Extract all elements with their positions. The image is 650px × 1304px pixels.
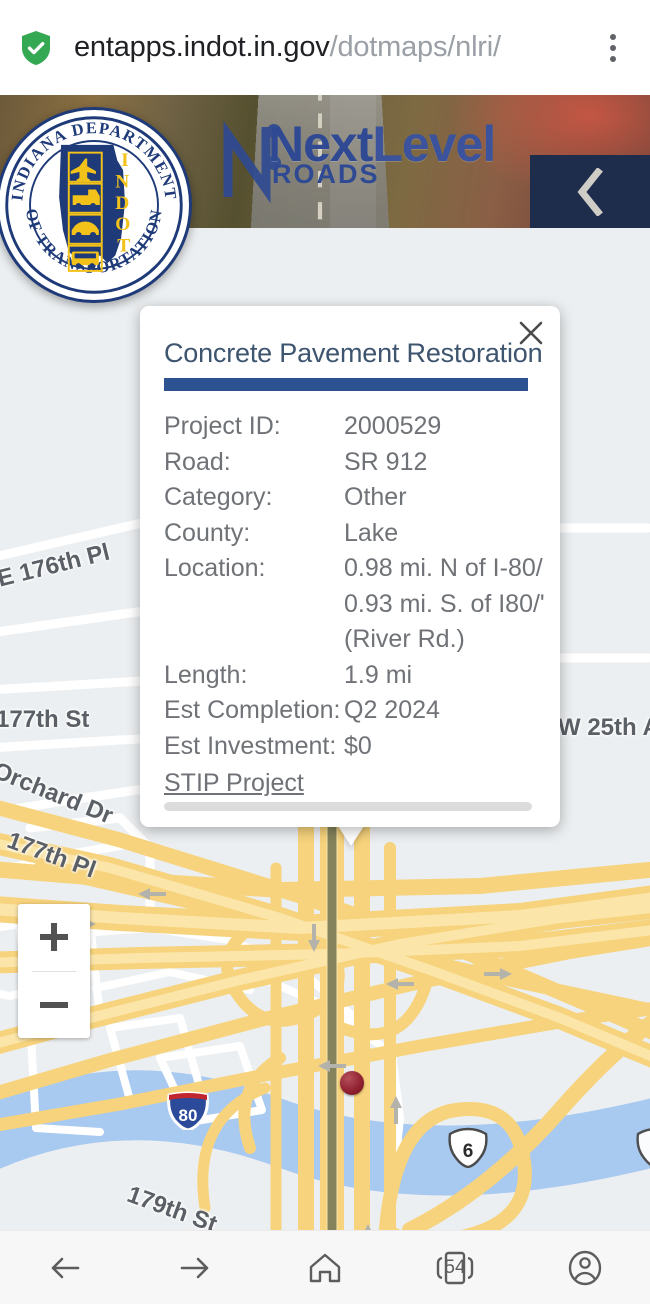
detail-value: 2000529	[344, 412, 442, 440]
browser-url-bar: entapps.indot.in.gov/dotmaps/nlri/	[0, 0, 650, 95]
detail-row-est-investment: Est Investment: $0	[164, 729, 560, 765]
nav-forward-button[interactable]	[160, 1239, 230, 1297]
detail-value-location-line2: 0.93 mi. S. of I80/'	[344, 589, 545, 618]
overflow-menu-icon[interactable]	[596, 33, 630, 62]
url-path: /dotmaps/nlri/	[329, 31, 501, 63]
url-text[interactable]: entapps.indot.in.gov/dotmaps/nlri/	[74, 31, 596, 64]
detail-label: Location:	[164, 554, 266, 582]
indot-seal-logo: INDIANA DEPARTMENT OF TRANSPORTATION	[0, 107, 192, 303]
brand-subtitle: ROADS	[272, 159, 380, 189]
minus-icon	[40, 1001, 68, 1008]
tab-count-label: 54	[444, 1256, 466, 1278]
detail-value: Q2 2024	[344, 696, 440, 724]
arrow-left-icon	[51, 1257, 80, 1278]
detail-row-est-completion: Est Completion: Q2 2024	[164, 693, 560, 729]
detail-row-category: Category: Other	[164, 480, 560, 516]
popup-detail-list: Project ID: 2000529 Road: SR 912 Categor…	[164, 409, 560, 802]
detail-row-road: Road: SR 912	[164, 445, 560, 481]
popup-horizontal-scrollbar[interactable]	[164, 802, 532, 811]
interstate-shield-80: 80	[165, 1090, 211, 1132]
svg-text:O: O	[115, 214, 130, 235]
us-route-shield-partial: 6	[632, 1126, 650, 1168]
detail-label: Category:	[164, 483, 273, 511]
detail-row-project-id: Project ID: 2000529	[164, 409, 560, 445]
plus-icon	[40, 923, 68, 952]
nav-home-button[interactable]	[290, 1239, 360, 1297]
zoom-out-button[interactable]	[18, 972, 90, 1039]
svg-text:I: I	[121, 150, 129, 171]
svg-text:80: 80	[179, 1106, 198, 1125]
detail-label: Est Investment:	[164, 731, 337, 760]
browser-navigation-bar: 54	[0, 1230, 650, 1304]
nav-back-button[interactable]	[30, 1239, 100, 1297]
detail-value: Lake	[344, 518, 399, 547]
detail-value: 1.9 mi	[344, 660, 413, 689]
project-info-popup: Concrete Pavement Restoration Project ID…	[140, 306, 560, 827]
phone-screen: entapps.indot.in.gov/dotmaps/nlri/ NextL…	[0, 0, 650, 1304]
detail-value: SR 912	[344, 447, 428, 476]
svg-text:T: T	[117, 236, 130, 257]
home-icon	[309, 1253, 341, 1282]
svg-text:6: 6	[463, 1141, 474, 1162]
zoom-in-button[interactable]	[18, 904, 90, 971]
arrow-right-icon	[180, 1257, 209, 1278]
detail-row-county: County: Lake	[164, 516, 560, 552]
banner-back-button[interactable]	[530, 155, 650, 228]
url-host: entapps.indot.in.gov	[74, 31, 330, 63]
svg-text:N: N	[115, 172, 129, 193]
detail-label: Est Completion:	[164, 696, 341, 724]
detail-label: Project ID:	[164, 412, 281, 440]
nav-tabs-button[interactable]: 54	[420, 1239, 490, 1297]
detail-value-location-line3: (River Rd.)	[344, 625, 465, 653]
account-circle-icon	[568, 1250, 602, 1285]
detail-value: Other	[344, 483, 407, 511]
detail-row-length: Length: 1.9 mi	[164, 658, 560, 694]
detail-label: Road:	[164, 447, 231, 476]
detail-label: Length:	[164, 660, 248, 689]
popup-title: Concrete Pavement Restoration	[164, 338, 543, 368]
detail-value: $0	[344, 731, 372, 760]
map-label: W 25th Ave	[558, 714, 650, 741]
brand-level: Level	[372, 116, 496, 172]
map-zoom-controls	[18, 904, 90, 1038]
shield-check-icon	[20, 30, 52, 66]
popup-accent-bar	[164, 378, 528, 391]
project-end-marker[interactable]	[340, 1071, 364, 1095]
nav-account-button[interactable]	[550, 1239, 620, 1297]
detail-row-location: Location: 0.98 mi. N of I-80/	[164, 551, 560, 587]
stip-project-link[interactable]: STIP Project	[164, 766, 304, 802]
detail-value: 0.98 mi. N of I-80/	[344, 554, 543, 582]
us-route-shield-6: 6	[444, 1126, 492, 1169]
chevron-left-icon	[577, 167, 603, 216]
map-label: 177th St	[0, 706, 90, 733]
detail-label: County:	[164, 518, 251, 547]
svg-text:D: D	[115, 193, 129, 214]
